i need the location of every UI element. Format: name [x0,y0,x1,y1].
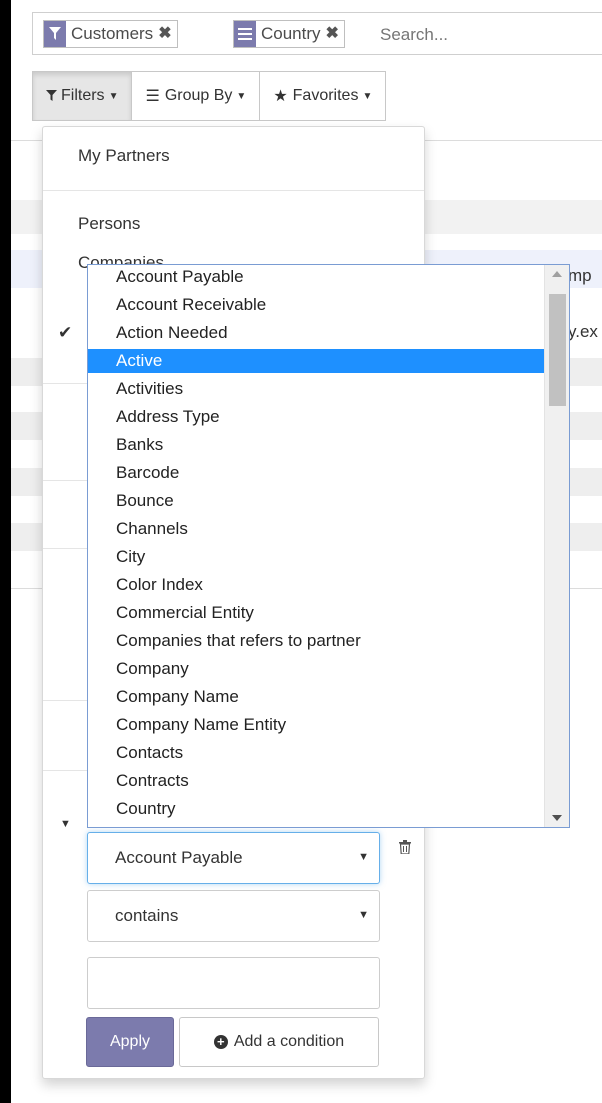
field-option[interactable]: Color Index [88,573,544,597]
field-option[interactable]: Bounce [88,489,544,513]
check-icon: ✔ [58,323,73,342]
field-select-value: Account Payable [115,848,243,867]
field-select-listbox[interactable]: Account Payable Account Receivable Actio… [87,264,570,828]
field-option[interactable]: Country [88,797,544,821]
apply-label: Apply [109,1033,151,1050]
caret-down-icon: ▼ [362,90,373,102]
window-edge [0,0,11,1103]
search-bar[interactable]: Customers ✖ Country ✖ [32,12,602,55]
field-option[interactable]: Channels [88,517,544,541]
field-option[interactable]: Address Type [88,405,544,429]
filters-label: Filters [61,87,105,104]
filter-icon [44,21,66,47]
apply-button[interactable]: Apply [86,1017,174,1067]
add-condition-label: Add a condition [233,1033,345,1050]
field-option[interactable]: Activities [88,377,544,401]
close-icon[interactable]: ✖ [326,21,344,47]
caret-down-icon: ▼ [108,90,119,102]
filters-button[interactable]: Filters ▼ [32,71,133,121]
filter-persons[interactable]: Persons [78,213,140,235]
field-option[interactable]: Account Payable [88,265,544,289]
caret-down-icon: ▼ [236,90,247,102]
star-icon: ★ [273,88,288,105]
search-options-toolbar: Filters ▼ ☰ Group By ▼ ★ Favorites ▼ [32,71,387,121]
custom-filter-field-select[interactable]: Account Payable ▼ [87,832,380,884]
field-option[interactable]: Action Needed [88,321,544,345]
menu-divider [43,190,424,191]
filter-my-partners[interactable]: My Partners [78,145,170,167]
chevron-down-icon: ▼ [358,851,369,863]
operator-select-value: contains [115,906,179,925]
row-text-peek: mp [568,266,592,285]
list-icon: ☰ [145,88,160,105]
favorites-label: Favorites [292,87,359,104]
field-option[interactable]: Barcode [88,461,544,485]
field-option[interactable]: City [88,545,544,569]
field-option[interactable]: Account Receivable [88,293,544,317]
plus-circle-icon: + [213,1035,228,1049]
close-icon[interactable]: ✖ [158,21,176,47]
field-option[interactable]: Contacts [88,741,544,765]
field-option[interactable]: Companies that refers to partner [88,629,544,653]
field-option-selected[interactable]: Active [88,349,544,373]
scroll-down-arrow-icon[interactable] [552,815,562,821]
scrollbar-thumb[interactable] [549,294,566,406]
facet-label: Customers [71,24,154,43]
custom-filter-operator-select[interactable]: contains ▼ [87,890,380,942]
custom-filter-value-input[interactable] [87,957,380,1009]
filter-icon [46,90,57,101]
groupby-icon [234,21,256,47]
row-text-peek: y.ex [568,322,598,341]
field-option[interactable]: Company [88,657,544,681]
add-condition-button[interactable]: + Add a condition [179,1017,379,1067]
listbox-scrollbar[interactable] [544,265,569,827]
field-option[interactable]: Banks [88,433,544,457]
scroll-up-arrow-icon[interactable] [552,271,562,277]
trash-icon[interactable] [399,840,411,859]
facet-country[interactable]: Country ✖ [233,20,345,48]
caret-down-icon[interactable]: ▼ [60,813,71,835]
field-option[interactable]: Commercial Entity [88,601,544,625]
field-option[interactable]: Contracts [88,769,544,793]
search-input[interactable] [378,21,582,49]
group-by-label: Group By [164,87,233,104]
field-option[interactable]: Company Name Entity [88,713,544,737]
group-by-button[interactable]: ☰ Group By ▼ [131,71,261,121]
field-option[interactable]: Company Name [88,685,544,709]
favorites-button[interactable]: ★ Favorites ▼ [259,71,387,121]
facet-customers[interactable]: Customers ✖ [43,20,178,48]
chevron-down-icon: ▼ [358,909,369,921]
facet-label: Country [261,24,321,43]
